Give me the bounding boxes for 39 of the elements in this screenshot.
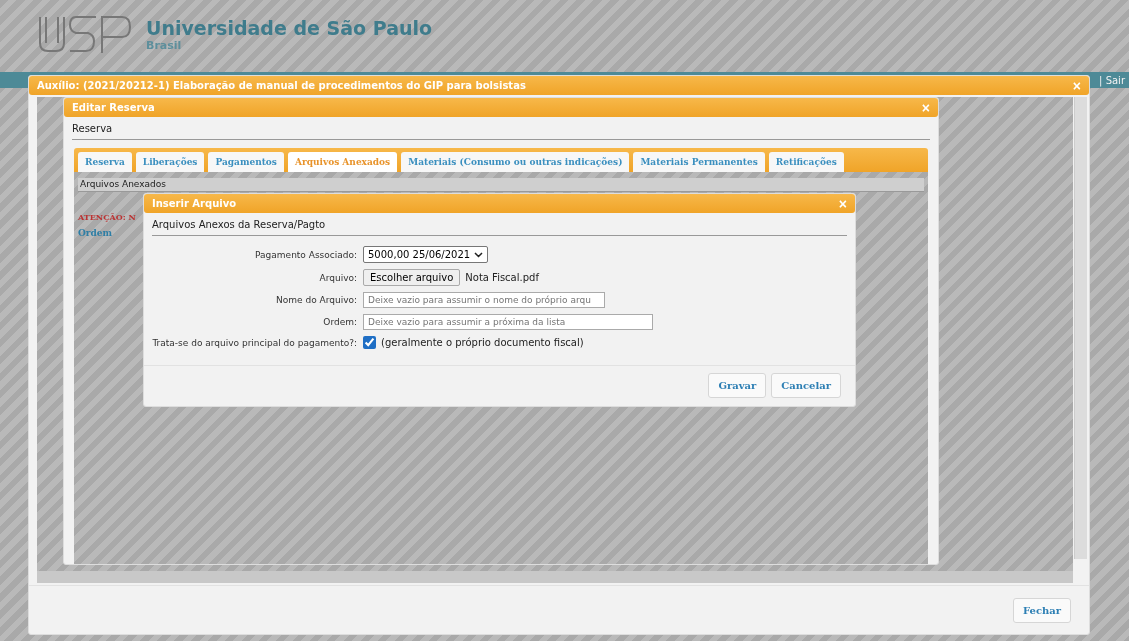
dialog-button[interactable]: Gravar xyxy=(708,372,767,398)
dialog-button[interactable]: Cancelar xyxy=(771,372,841,398)
field-label: Nome do Arquivo: xyxy=(275,295,357,305)
column-header: Ordem xyxy=(78,228,113,238)
payment-select[interactable]: 5000,00 25/06/2021 xyxy=(363,246,489,263)
tab[interactable]: Reserva xyxy=(78,152,132,172)
tab[interactable]: Pagamentos xyxy=(208,152,284,172)
close-button[interactable]: × xyxy=(921,100,930,115)
dialog-title: Editar Reserva xyxy=(72,102,155,113)
site-subtitle: Brasil xyxy=(146,38,183,52)
file-name: Nota Fiscal.pdf xyxy=(465,272,539,283)
tab[interactable]: Materiais (Consumo ou outras indicações) xyxy=(401,152,630,172)
field-label: Arquivo: xyxy=(318,272,357,283)
checkbox[interactable] xyxy=(363,336,376,349)
field-label: Pagamento Associado: xyxy=(254,249,357,260)
close-dialog-button[interactable]: Fechar xyxy=(1012,597,1071,623)
dialog-title: Inserir Arquivo xyxy=(152,198,237,209)
section-title: Reserva xyxy=(72,123,930,140)
warning-text: ATENÇÃO: N xyxy=(78,212,136,222)
chevron-icon xyxy=(474,251,484,258)
vertical-scrollbar[interactable] xyxy=(1074,97,1087,559)
choose-file-button[interactable]: Escolher arquivo xyxy=(363,269,461,286)
checkbox-note: (geralmente o próprio documento fiscal) xyxy=(381,337,584,348)
field-label: Ordem: xyxy=(322,317,357,327)
tab[interactable]: Materiais Permanentes xyxy=(633,152,765,172)
tab[interactable]: Liberações xyxy=(135,152,205,172)
input-field[interactable]: Deixe vazio para assumir o nome do próprio arqu xyxy=(363,292,605,308)
dialog-title: Auxílio: (2021/20212-1) Elaboração de manual de procedimentos do GIP para bolsistas xyxy=(37,80,526,91)
horizontal-scrollbar[interactable] xyxy=(37,571,1073,583)
close-button[interactable]: × xyxy=(838,196,847,211)
site-title: Universidade de São Paulo xyxy=(146,16,433,39)
tab[interactable]: Retificações xyxy=(768,152,844,172)
section-title: Arquivos Anexos da Reserva/Pagto xyxy=(152,219,847,236)
tab[interactable]: Arquivos Anexados xyxy=(287,152,398,172)
panel-heading: Arquivos Anexados xyxy=(78,178,924,192)
input-field[interactable]: Deixe vazio para assumir a próxima da lista xyxy=(363,314,653,330)
field-label: Trata-se do arquivo principal do pagamento?: xyxy=(152,337,357,348)
close-button[interactable]: × xyxy=(1072,78,1081,93)
logout-link[interactable]: | Sair xyxy=(1099,74,1125,86)
